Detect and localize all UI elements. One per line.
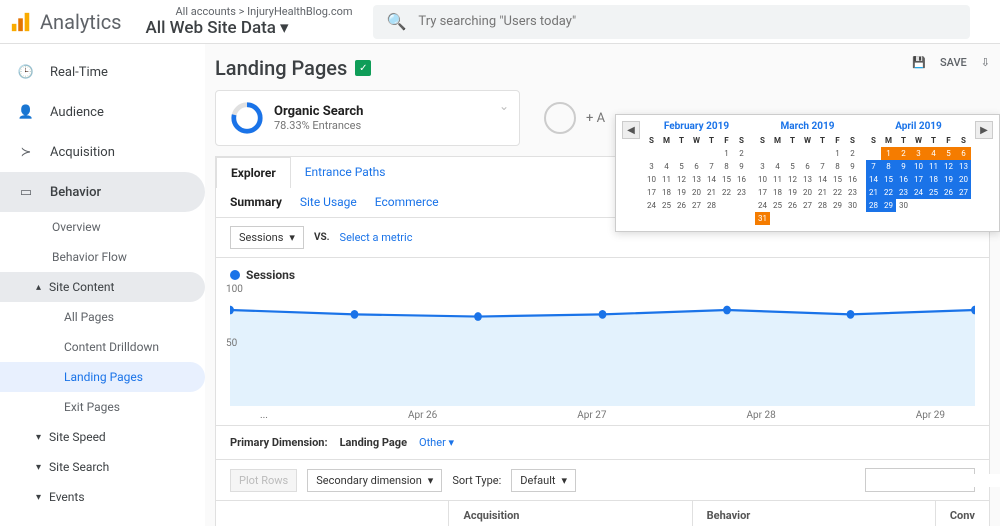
table-header: Acquisition Behavior Conv bbox=[215, 501, 990, 526]
brand-name: Analytics bbox=[40, 10, 122, 34]
nav-acquisition[interactable]: ≻Acquisition bbox=[0, 132, 205, 172]
primary-dimension-value: Landing Page bbox=[340, 436, 407, 449]
subnav-site-content[interactable]: ▴Site Content bbox=[0, 272, 205, 302]
donut-icon bbox=[230, 101, 264, 135]
chevron-down-icon: ▾ bbox=[428, 474, 434, 487]
subnav-exit-pages[interactable]: Exit Pages bbox=[0, 392, 205, 422]
person-icon: 👤 bbox=[16, 102, 36, 122]
analytics-logo-icon bbox=[10, 11, 32, 33]
account-breadcrumb[interactable]: All accounts > InjuryHealthBlog.com bbox=[176, 5, 353, 18]
grid-icon: ▭ bbox=[16, 182, 36, 202]
select-metric-link[interactable]: Select a metric bbox=[340, 231, 413, 244]
nav-audience[interactable]: 👤Audience bbox=[0, 92, 205, 132]
line-chart: 100 50 bbox=[230, 286, 975, 406]
caret-down-icon: ▾ bbox=[36, 432, 41, 443]
share-icon: ≻ bbox=[16, 142, 36, 162]
legend-dot-icon bbox=[230, 270, 240, 280]
search-box[interactable]: 🔍 bbox=[373, 5, 971, 39]
add-circle-icon bbox=[544, 102, 576, 134]
datepicker-next[interactable]: ▶ bbox=[975, 121, 993, 139]
segment-subtitle: 78.33% Entrances bbox=[274, 119, 363, 132]
table-search[interactable]: 🔍 bbox=[865, 468, 975, 492]
search-icon: 🔍 bbox=[387, 12, 407, 31]
save-button[interactable]: SAVE bbox=[940, 56, 967, 69]
subnav-behavior-flow[interactable]: Behavior Flow bbox=[0, 242, 205, 272]
subtab-site-usage[interactable]: Site Usage bbox=[300, 195, 357, 209]
nav-behavior[interactable]: ▭Behavior bbox=[0, 172, 205, 212]
subnav-events[interactable]: ▾Events bbox=[0, 482, 205, 512]
sidebar: 🕒Real-Time 👤Audience ≻Acquisition ▭Behav… bbox=[0, 44, 205, 526]
page-title: Landing Pages bbox=[215, 56, 347, 80]
subnav-all-pages[interactable]: All Pages bbox=[0, 302, 205, 332]
caret-down-icon: ▾ bbox=[36, 462, 41, 473]
subnav-overview[interactable]: Overview bbox=[0, 212, 205, 242]
search-input[interactable] bbox=[418, 14, 956, 29]
segment-name: Organic Search bbox=[274, 104, 363, 119]
caret-up-icon: ▴ bbox=[36, 282, 41, 293]
dimension-other[interactable]: Other ▾ bbox=[419, 436, 454, 449]
table-search-input[interactable] bbox=[866, 474, 1000, 487]
save-icon[interactable]: 💾 bbox=[912, 56, 926, 69]
chart-legend: Sessions bbox=[246, 268, 295, 282]
view-selector[interactable]: All Web Site Data▾ bbox=[146, 18, 353, 38]
subnav-site-speed[interactable]: ▾Site Speed bbox=[0, 422, 205, 452]
subnav-landing-pages[interactable]: Landing Pages bbox=[0, 362, 205, 392]
caret-down-icon: ▾ bbox=[36, 492, 41, 503]
chart-x-axis: ...Apr 26Apr 27Apr 28Apr 29 bbox=[230, 406, 975, 421]
metric-selector[interactable]: Sessions▾ bbox=[230, 226, 304, 249]
chevron-down-icon: ▾ bbox=[561, 474, 567, 487]
plot-rows-button: Plot Rows bbox=[230, 469, 297, 492]
secondary-dimension-selector[interactable]: Secondary dimension▾ bbox=[307, 469, 442, 492]
date-range-picker[interactable]: ◀ February 2019SMTWTFS123456789101112131… bbox=[615, 114, 1000, 232]
subtab-summary[interactable]: Summary bbox=[230, 195, 282, 209]
subnav-site-search[interactable]: ▾Site Search bbox=[0, 452, 205, 482]
logo: Analytics bbox=[10, 10, 122, 34]
chevron-down-icon: ▾ bbox=[289, 231, 295, 244]
tab-explorer[interactable]: Explorer bbox=[216, 157, 291, 188]
primary-dimension-label: Primary Dimension: bbox=[230, 436, 328, 449]
segment-card[interactable]: Organic Search 78.33% Entrances ⌄ bbox=[215, 90, 520, 146]
subnav-content-drilldown[interactable]: Content Drilldown bbox=[0, 332, 205, 362]
subtab-ecommerce[interactable]: Ecommerce bbox=[375, 195, 439, 209]
tab-entrance-paths[interactable]: Entrance Paths bbox=[291, 157, 400, 187]
clock-icon: 🕒 bbox=[16, 62, 36, 82]
sort-type-selector[interactable]: Default▾ bbox=[511, 469, 576, 492]
add-segment-label: + A bbox=[586, 111, 605, 126]
datepicker-prev[interactable]: ◀ bbox=[622, 121, 640, 139]
vs-label: VS. bbox=[314, 232, 330, 243]
nav-realtime[interactable]: 🕒Real-Time bbox=[0, 52, 205, 92]
sort-type-label: Sort Type: bbox=[452, 474, 501, 487]
export-icon[interactable]: ⇩ bbox=[981, 56, 990, 69]
chevron-down-icon: ⌄ bbox=[499, 99, 509, 113]
chevron-down-icon: ▾ bbox=[280, 18, 289, 38]
verified-shield-icon: ✓ bbox=[355, 60, 371, 76]
